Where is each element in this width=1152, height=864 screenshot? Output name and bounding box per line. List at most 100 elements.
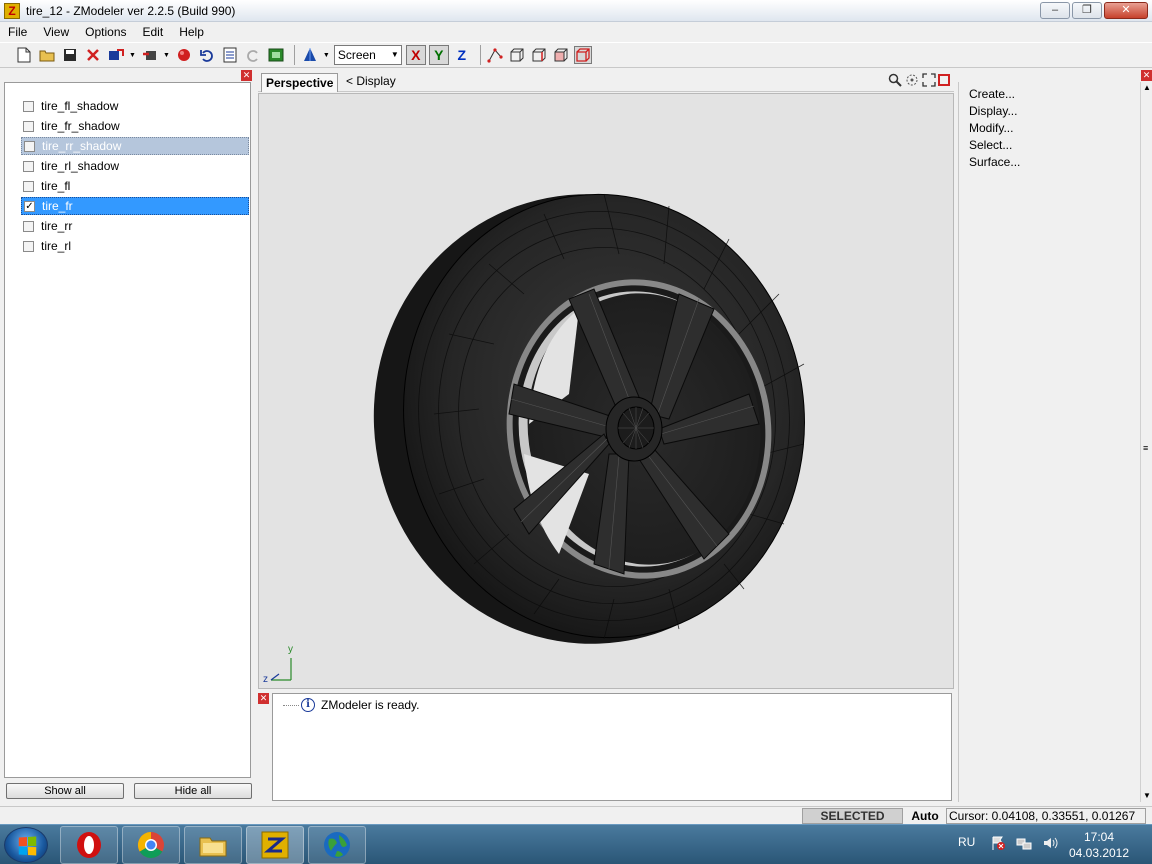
tree-item-tire-fr-shadow[interactable]: tire_fr_shadow [21, 117, 249, 135]
object-tree-panel: ✕ tire_fl_shadow tire_fr_shadow tire_rr_… [4, 70, 252, 802]
display-breadcrumb[interactable]: < Display [346, 73, 396, 89]
tree-item-tire-fr[interactable]: ✓ tire_fr [21, 197, 249, 215]
save-icon[interactable] [60, 45, 80, 65]
visibility-checkbox[interactable] [24, 140, 35, 152]
log-panel: ✕ i ZModeler is ready. [258, 691, 954, 801]
taskbar-opera[interactable] [60, 826, 118, 864]
zmodeler-app-icon[interactable]: Z [4, 2, 20, 19]
taskbar-zmodeler[interactable] [246, 826, 304, 864]
fit-view-icon[interactable] [921, 73, 936, 88]
axis-x-toggle[interactable]: X [405, 45, 426, 65]
volume-icon[interactable] [1042, 835, 1058, 851]
visibility-checkbox[interactable] [23, 120, 34, 132]
cube-object-icon[interactable] [573, 46, 592, 64]
close-icon[interactable]: ✕ [258, 693, 269, 704]
delete-icon[interactable] [83, 45, 103, 65]
maximize-viewport-icon[interactable] [938, 74, 950, 86]
scroll-up-icon[interactable]: ▲ [1141, 82, 1152, 94]
command-panel: ✕ Create... Display... Modify... Select.… [958, 70, 1152, 802]
menu-bar: File View Options Edit Help [0, 22, 1152, 42]
axis-z-label: z [263, 674, 268, 685]
viewport-tab-perspective[interactable]: Perspective [261, 73, 339, 92]
maximize-button[interactable]: ❐ [1072, 2, 1102, 19]
tree-item-tire-rl[interactable]: tire_rl [21, 237, 249, 255]
title-bar: Z tire_12 - ZModeler ver 2.2.5 (Build 99… [0, 0, 1152, 22]
tree-item-tire-fl[interactable]: tire_fl [21, 177, 249, 195]
menu-view[interactable]: View [35, 25, 77, 39]
scroll-down-icon[interactable]: ▼ [1141, 790, 1152, 802]
close-icon[interactable]: ✕ [1141, 70, 1152, 81]
chevron-down-icon[interactable]: ▼ [323, 52, 330, 59]
visibility-checkbox[interactable] [23, 220, 34, 232]
info-icon: i [301, 698, 315, 712]
visibility-checkbox[interactable] [23, 100, 34, 112]
open-folder-icon[interactable] [37, 45, 57, 65]
chevron-down-icon[interactable]: ▼ [163, 52, 170, 59]
axis-z-toggle[interactable]: Z [451, 45, 472, 65]
snap-mode-status[interactable]: Auto [906, 808, 944, 824]
chevron-down-icon[interactable]: ▼ [129, 52, 136, 59]
record-icon[interactable] [174, 45, 194, 65]
image-settings-icon[interactable] [266, 45, 286, 65]
menu-options[interactable]: Options [77, 25, 134, 39]
show-all-button[interactable]: Show all [6, 783, 124, 799]
redo-icon[interactable] [243, 45, 263, 65]
cursor-coordinates: Cursor: 0.04108, 0.33551, 0.01267 [946, 808, 1146, 824]
command-create[interactable]: Create... [969, 87, 1015, 101]
tree-item-label: tire_rl [41, 239, 72, 253]
language-indicator[interactable]: RU [958, 835, 975, 849]
cube-mode-icon[interactable] [508, 46, 526, 64]
command-surface[interactable]: Surface... [969, 155, 1020, 169]
axis-y-toggle[interactable]: Y [428, 45, 449, 65]
close-button[interactable]: ✕ [1104, 2, 1148, 19]
taskbar-chrome[interactable] [122, 826, 180, 864]
close-icon[interactable]: ✕ [241, 70, 252, 81]
tree-item-tire-rr-shadow[interactable]: tire_rr_shadow [21, 137, 249, 155]
properties-icon[interactable] [220, 45, 240, 65]
zoom-icon[interactable] [887, 73, 902, 88]
command-select[interactable]: Select... [969, 138, 1012, 152]
visibility-checkbox[interactable] [23, 160, 34, 172]
pan-hand-icon[interactable] [904, 73, 919, 88]
undo-icon[interactable] [197, 45, 217, 65]
vertical-scrollbar[interactable]: ▲ ≡ ▼ [1140, 82, 1152, 802]
vertex-mode-icon[interactable] [486, 46, 504, 64]
chrome-icon [137, 831, 164, 859]
cube-face-icon[interactable] [552, 46, 570, 64]
tree-item-tire-rl-shadow[interactable]: tire_rl_shadow [21, 157, 249, 175]
tree-item-tire-rr[interactable]: tire_rr [21, 217, 249, 235]
cube-edge-icon[interactable] [530, 46, 548, 64]
command-display[interactable]: Display... [969, 104, 1017, 118]
menu-file[interactable]: File [0, 25, 35, 39]
taskbar-globe-app[interactable] [308, 826, 366, 864]
system-clock[interactable]: 17:04 04.03.2012 [1064, 829, 1134, 861]
import-icon[interactable] [140, 45, 160, 65]
visibility-checkbox[interactable] [23, 240, 34, 252]
start-button[interactable] [4, 827, 48, 863]
opera-icon [77, 832, 101, 858]
hide-all-button[interactable]: Hide all [134, 783, 252, 799]
main-toolbar: ▼ ▼ ▼ Screen ▼ X Y Z [0, 42, 1152, 68]
taskbar-explorer[interactable] [184, 826, 242, 864]
menu-edit[interactable]: Edit [135, 25, 172, 39]
menu-help[interactable]: Help [171, 25, 212, 39]
axis-y-label: y [288, 644, 293, 655]
pyramid-icon[interactable] [300, 45, 320, 65]
export-icon[interactable] [106, 45, 126, 65]
chevron-down-icon: ▼ [390, 50, 399, 59]
visibility-checkbox-checked[interactable]: ✓ [24, 200, 35, 212]
status-bar: SELECTED MODE Auto Cursor: 0.04108, 0.33… [0, 806, 1152, 837]
system-tray [990, 835, 1068, 851]
minimize-button[interactable]: – [1040, 2, 1070, 19]
command-modify[interactable]: Modify... [969, 121, 1013, 135]
3d-viewport[interactable]: y z [258, 93, 954, 689]
tree-item-tire-fl-shadow[interactable]: tire_fl_shadow [21, 97, 249, 115]
new-file-icon[interactable] [14, 45, 34, 65]
coordinate-system-select[interactable]: Screen ▼ [333, 45, 402, 65]
scroll-grip-icon[interactable]: ≡ [1143, 444, 1148, 453]
tree-item-label: tire_rl_shadow [41, 159, 120, 173]
action-center-flag-icon[interactable] [990, 835, 1006, 851]
network-icon[interactable] [1016, 835, 1032, 851]
selection-mode-status[interactable]: SELECTED MODE [802, 808, 903, 837]
visibility-checkbox[interactable] [23, 180, 34, 192]
